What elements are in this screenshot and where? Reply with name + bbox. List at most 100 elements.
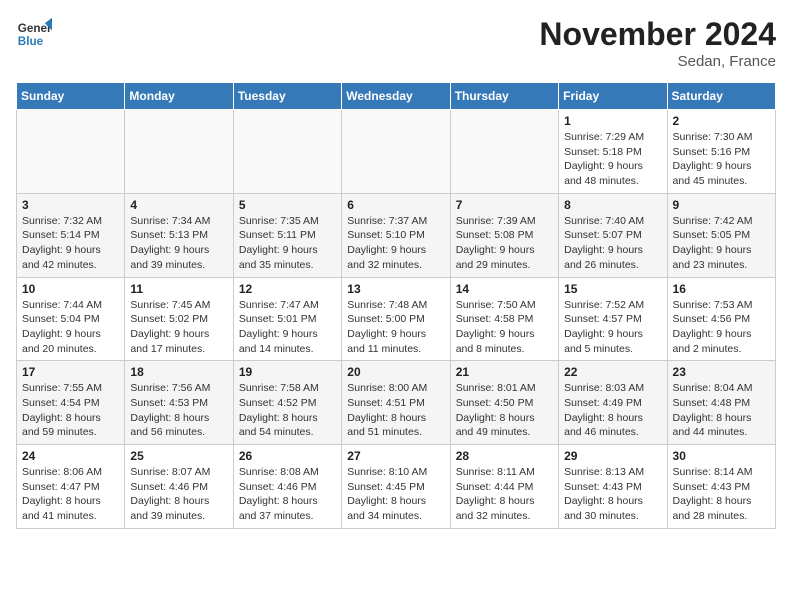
calendar-cell: 15 Sunrise: 7:52 AM Sunset: 4:57 PM Dayli… bbox=[559, 277, 667, 361]
calendar-cell: 21 Sunrise: 8:01 AM Sunset: 4:50 PM Dayli… bbox=[450, 361, 558, 445]
weekday-header-monday: Monday bbox=[125, 83, 233, 110]
day-detail: Sunrise: 7:52 AM Sunset: 4:57 PM Dayligh… bbox=[564, 298, 661, 357]
title-block: November 2024 Sedan, France bbox=[539, 16, 776, 70]
calendar-cell: 25 Sunrise: 8:07 AM Sunset: 4:46 PM Dayli… bbox=[125, 445, 233, 529]
day-number: 18 bbox=[130, 365, 227, 379]
day-detail: Sunrise: 7:47 AM Sunset: 5:01 PM Dayligh… bbox=[239, 298, 336, 357]
calendar-week-row: 24 Sunrise: 8:06 AM Sunset: 4:47 PM Dayli… bbox=[17, 445, 776, 529]
calendar-cell: 26 Sunrise: 8:08 AM Sunset: 4:46 PM Dayli… bbox=[233, 445, 341, 529]
day-detail: Sunrise: 8:04 AM Sunset: 4:48 PM Dayligh… bbox=[673, 381, 770, 440]
day-number: 21 bbox=[456, 365, 553, 379]
logo-icon: General Blue bbox=[16, 16, 52, 52]
day-detail: Sunrise: 8:03 AM Sunset: 4:49 PM Dayligh… bbox=[564, 381, 661, 440]
calendar-cell: 14 Sunrise: 7:50 AM Sunset: 4:58 PM Dayli… bbox=[450, 277, 558, 361]
day-number: 4 bbox=[130, 198, 227, 212]
svg-text:Blue: Blue bbox=[18, 35, 44, 48]
day-number: 22 bbox=[564, 365, 661, 379]
weekday-header-thursday: Thursday bbox=[450, 83, 558, 110]
day-detail: Sunrise: 7:32 AM Sunset: 5:14 PM Dayligh… bbox=[22, 214, 119, 273]
calendar-cell: 17 Sunrise: 7:55 AM Sunset: 4:54 PM Dayli… bbox=[17, 361, 125, 445]
day-detail: Sunrise: 8:06 AM Sunset: 4:47 PM Dayligh… bbox=[22, 465, 119, 524]
calendar-cell bbox=[17, 110, 125, 194]
day-detail: Sunrise: 7:55 AM Sunset: 4:54 PM Dayligh… bbox=[22, 381, 119, 440]
calendar-cell bbox=[233, 110, 341, 194]
calendar-cell: 5Sunrise: 7:35 AM Sunset: 5:11 PM Daylig… bbox=[233, 193, 341, 277]
day-number: 16 bbox=[673, 282, 770, 296]
day-detail: Sunrise: 7:39 AM Sunset: 5:08 PM Dayligh… bbox=[456, 214, 553, 273]
calendar-cell bbox=[125, 110, 233, 194]
day-detail: Sunrise: 8:11 AM Sunset: 4:44 PM Dayligh… bbox=[456, 465, 553, 524]
day-detail: Sunrise: 7:50 AM Sunset: 4:58 PM Dayligh… bbox=[456, 298, 553, 357]
day-number: 24 bbox=[22, 449, 119, 463]
day-detail: Sunrise: 7:58 AM Sunset: 4:52 PM Dayligh… bbox=[239, 381, 336, 440]
day-number: 9 bbox=[673, 198, 770, 212]
calendar-cell: 9 Sunrise: 7:42 AM Sunset: 5:05 PM Daylig… bbox=[667, 193, 775, 277]
calendar-cell: 30Sunrise: 8:14 AM Sunset: 4:43 PM Dayli… bbox=[667, 445, 775, 529]
calendar-cell: 24 Sunrise: 8:06 AM Sunset: 4:47 PM Dayli… bbox=[17, 445, 125, 529]
day-number: 19 bbox=[239, 365, 336, 379]
day-detail: Sunrise: 7:56 AM Sunset: 4:53 PM Dayligh… bbox=[130, 381, 227, 440]
day-detail: Sunrise: 7:44 AM Sunset: 5:04 PM Dayligh… bbox=[22, 298, 119, 357]
day-detail: Sunrise: 7:34 AM Sunset: 5:13 PM Dayligh… bbox=[130, 214, 227, 273]
day-detail: Sunrise: 8:13 AM Sunset: 4:43 PM Dayligh… bbox=[564, 465, 661, 524]
calendar-cell: 7 Sunrise: 7:39 AM Sunset: 5:08 PM Daylig… bbox=[450, 193, 558, 277]
day-detail: Sunrise: 7:35 AM Sunset: 5:11 PM Dayligh… bbox=[239, 214, 336, 273]
weekday-header-saturday: Saturday bbox=[667, 83, 775, 110]
day-detail: Sunrise: 8:00 AM Sunset: 4:51 PM Dayligh… bbox=[347, 381, 444, 440]
page-header: General Blue November 2024 Sedan, France bbox=[16, 16, 776, 70]
calendar-cell: 3 Sunrise: 7:32 AM Sunset: 5:14 PM Daylig… bbox=[17, 193, 125, 277]
calendar-cell: 11 Sunrise: 7:45 AM Sunset: 5:02 PM Dayli… bbox=[125, 277, 233, 361]
day-detail: Sunrise: 7:42 AM Sunset: 5:05 PM Dayligh… bbox=[673, 214, 770, 273]
day-number: 1 bbox=[564, 114, 661, 128]
day-number: 17 bbox=[22, 365, 119, 379]
day-number: 28 bbox=[456, 449, 553, 463]
calendar-cell: 16Sunrise: 7:53 AM Sunset: 4:56 PM Dayli… bbox=[667, 277, 775, 361]
calendar-cell: 19 Sunrise: 7:58 AM Sunset: 4:52 PM Dayli… bbox=[233, 361, 341, 445]
day-detail: Sunrise: 7:40 AM Sunset: 5:07 PM Dayligh… bbox=[564, 214, 661, 273]
calendar-cell: 2 Sunrise: 7:30 AM Sunset: 5:16 PM Daylig… bbox=[667, 110, 775, 194]
day-number: 26 bbox=[239, 449, 336, 463]
calendar-cell: 4 Sunrise: 7:34 AM Sunset: 5:13 PM Daylig… bbox=[125, 193, 233, 277]
day-number: 2 bbox=[673, 114, 770, 128]
weekday-header-wednesday: Wednesday bbox=[342, 83, 450, 110]
day-number: 8 bbox=[564, 198, 661, 212]
day-detail: Sunrise: 7:29 AM Sunset: 5:18 PM Dayligh… bbox=[564, 130, 661, 189]
weekday-header-sunday: Sunday bbox=[17, 83, 125, 110]
calendar-cell: 8 Sunrise: 7:40 AM Sunset: 5:07 PM Daylig… bbox=[559, 193, 667, 277]
month-title: November 2024 bbox=[539, 16, 776, 53]
weekday-header-tuesday: Tuesday bbox=[233, 83, 341, 110]
day-detail: Sunrise: 7:30 AM Sunset: 5:16 PM Dayligh… bbox=[673, 130, 770, 189]
day-number: 15 bbox=[564, 282, 661, 296]
calendar-cell bbox=[450, 110, 558, 194]
day-detail: Sunrise: 7:45 AM Sunset: 5:02 PM Dayligh… bbox=[130, 298, 227, 357]
day-number: 7 bbox=[456, 198, 553, 212]
calendar-cell: 28 Sunrise: 8:11 AM Sunset: 4:44 PM Dayli… bbox=[450, 445, 558, 529]
day-detail: Sunrise: 8:07 AM Sunset: 4:46 PM Dayligh… bbox=[130, 465, 227, 524]
calendar-cell: 22 Sunrise: 8:03 AM Sunset: 4:49 PM Dayli… bbox=[559, 361, 667, 445]
calendar-week-row: 3 Sunrise: 7:32 AM Sunset: 5:14 PM Daylig… bbox=[17, 193, 776, 277]
day-number: 11 bbox=[130, 282, 227, 296]
day-detail: Sunrise: 8:08 AM Sunset: 4:46 PM Dayligh… bbox=[239, 465, 336, 524]
day-detail: Sunrise: 7:48 AM Sunset: 5:00 PM Dayligh… bbox=[347, 298, 444, 357]
day-detail: Sunrise: 7:37 AM Sunset: 5:10 PM Dayligh… bbox=[347, 214, 444, 273]
day-number: 10 bbox=[22, 282, 119, 296]
calendar-cell: 10 Sunrise: 7:44 AM Sunset: 5:04 PM Dayli… bbox=[17, 277, 125, 361]
calendar-cell: 29 Sunrise: 8:13 AM Sunset: 4:43 PM Dayli… bbox=[559, 445, 667, 529]
day-number: 3 bbox=[22, 198, 119, 212]
weekday-header-row: SundayMondayTuesdayWednesdayThursdayFrid… bbox=[17, 83, 776, 110]
day-number: 14 bbox=[456, 282, 553, 296]
calendar-cell: 27Sunrise: 8:10 AM Sunset: 4:45 PM Dayli… bbox=[342, 445, 450, 529]
location: Sedan, France bbox=[539, 53, 776, 70]
calendar-table: SundayMondayTuesdayWednesdayThursdayFrid… bbox=[16, 82, 776, 529]
day-number: 30 bbox=[673, 449, 770, 463]
day-detail: Sunrise: 8:01 AM Sunset: 4:50 PM Dayligh… bbox=[456, 381, 553, 440]
calendar-cell: 13Sunrise: 7:48 AM Sunset: 5:00 PM Dayli… bbox=[342, 277, 450, 361]
day-number: 29 bbox=[564, 449, 661, 463]
day-number: 6 bbox=[347, 198, 444, 212]
calendar-cell: 18 Sunrise: 7:56 AM Sunset: 4:53 PM Dayli… bbox=[125, 361, 233, 445]
calendar-cell: 12Sunrise: 7:47 AM Sunset: 5:01 PM Dayli… bbox=[233, 277, 341, 361]
day-detail: Sunrise: 8:10 AM Sunset: 4:45 PM Dayligh… bbox=[347, 465, 444, 524]
logo: General Blue bbox=[16, 16, 52, 52]
calendar-cell: 1 Sunrise: 7:29 AM Sunset: 5:18 PM Daylig… bbox=[559, 110, 667, 194]
day-number: 25 bbox=[130, 449, 227, 463]
